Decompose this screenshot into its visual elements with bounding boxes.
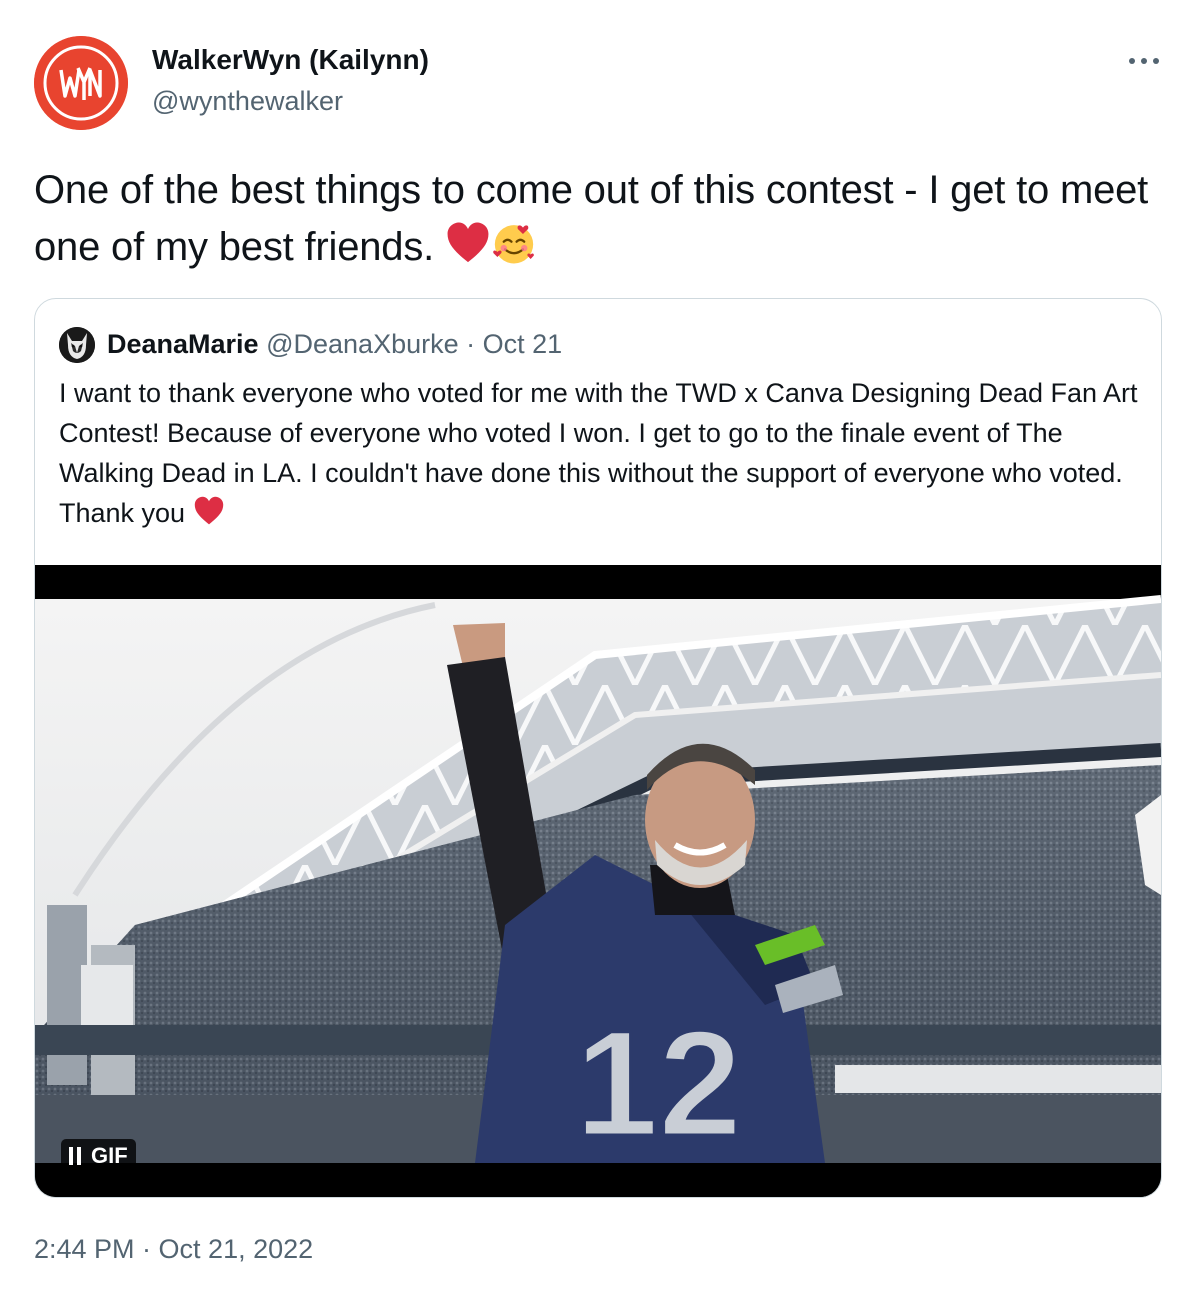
gif-label: GIF (91, 1143, 128, 1168)
quoted-separator: · (466, 329, 476, 359)
husky-avatar-image (59, 327, 95, 363)
quoted-tweet-card[interactable]: DeanaMarie @DeanaXburke · Oct 21 I want … (34, 298, 1162, 1198)
more-options-button[interactable] (1126, 46, 1162, 76)
tweet-timestamp[interactable]: 2:44 PM · Oct 21, 2022 (34, 1234, 313, 1265)
quoted-author-avatar[interactable] (59, 327, 95, 363)
author-avatar[interactable] (34, 36, 128, 130)
pause-icon (69, 1147, 83, 1165)
smiling-face-with-hearts-icon (493, 225, 534, 264)
quoted-display-name[interactable]: DeanaMarie (107, 329, 259, 359)
gif-pause-button[interactable]: GIF (61, 1139, 136, 1173)
quoted-date[interactable]: Oct 21 (483, 329, 563, 359)
jersey-number: 12 (575, 999, 742, 1167)
quoted-gif-media[interactable]: 12 GIF (35, 565, 1161, 1197)
author-handle[interactable]: @wynthewalker (152, 86, 343, 117)
gif-frame-image: 12 (35, 565, 1161, 1197)
tweet: WalkerWyn (Kailynn) @wynthewalker One of… (0, 0, 1196, 1298)
red-heart-icon (447, 222, 489, 263)
red-heart-icon (194, 496, 223, 525)
quoted-tweet-header: DeanaMarie @DeanaXburke · Oct 21 (107, 329, 562, 360)
avatar-logo (34, 36, 128, 130)
tweet-text: One of the best things to come out of th… (34, 162, 1154, 276)
ellipsis-icon (1129, 58, 1159, 64)
quoted-tweet-text: I want to thank everyone who voted for m… (59, 373, 1139, 533)
tweet-text-content: One of the best things to come out of th… (34, 168, 1149, 269)
quoted-handle[interactable]: @DeanaXburke (266, 329, 459, 359)
author-display-name[interactable]: WalkerWyn (Kailynn) (152, 44, 429, 76)
